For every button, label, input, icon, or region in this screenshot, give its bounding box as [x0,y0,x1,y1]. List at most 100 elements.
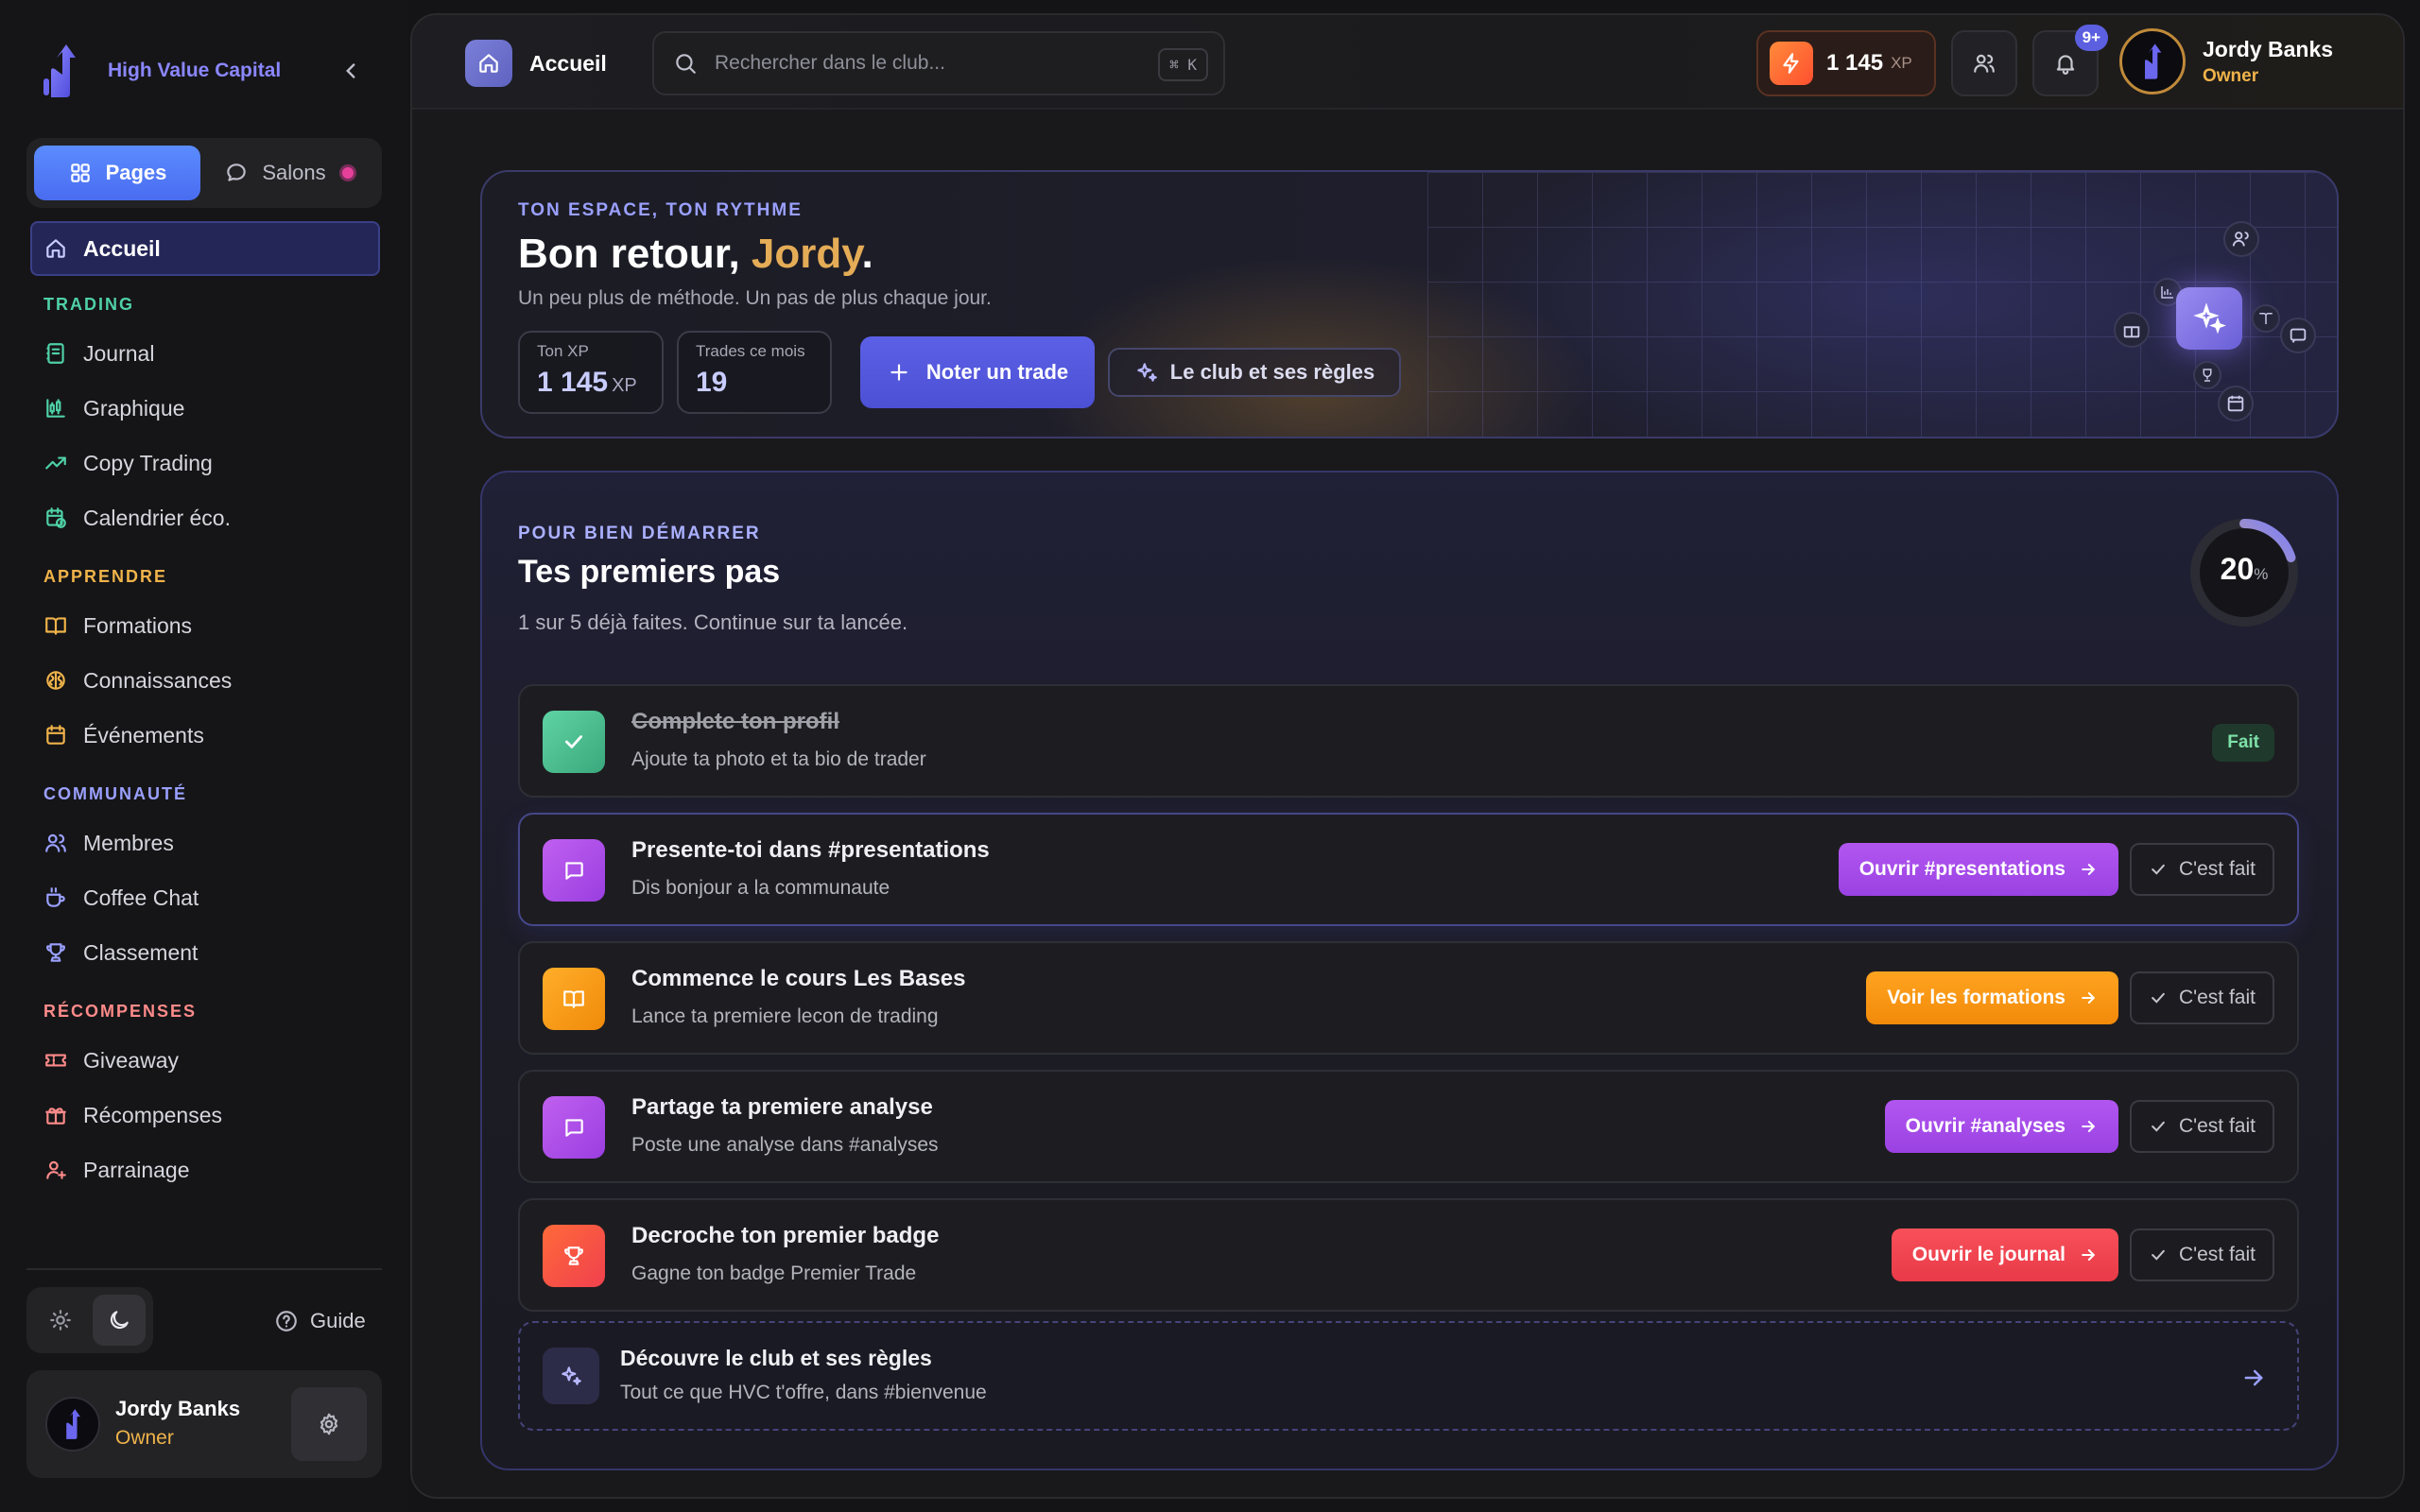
search-icon [676,54,696,74]
task-presentations: Presente-toi dans #presentations Dis bon… [518,813,2299,926]
task-actions: Voir les formations C'est fait [1866,971,2274,1024]
guide-link[interactable]: Guide [274,1302,366,1340]
notifications-button[interactable]: 9+ [2032,25,2108,96]
user-role: Owner [2203,65,2259,86]
user-menu[interactable]: Jordy Banks Owner [2119,28,2333,94]
ticket-icon [45,1054,66,1067]
orbit-gift [2114,312,2150,348]
brand[interactable]: High Value Capital [42,38,363,104]
greeting-text: Bon retour, [518,231,752,277]
light-theme-button[interactable] [34,1295,87,1346]
user-card[interactable]: Jordy Banks Owner [26,1370,382,1478]
open-analyses-button[interactable]: Ouvrir #analyses [1884,1100,2118,1153]
theme-switcher [26,1287,153,1353]
section-label-recompenses: RÉCOMPENSES [43,1002,198,1021]
tab-pages-label: Pages [105,161,167,184]
club-rules-label: Le club et ses règles [1169,360,1375,384]
xp-counter[interactable]: 1 145 XP [1756,30,1936,96]
sidebar-item-classement[interactable]: Classement [43,934,198,971]
plus-icon [890,364,908,381]
xp-value: 1 145 [1826,50,1884,76]
greeting-punct: . [861,231,873,277]
sidebar-item-evenements[interactable]: Événements [43,716,204,754]
sidebar-item-graphique[interactable]: Graphique [43,389,184,427]
task-title: Commence le cours Les Bases [631,966,966,991]
message-square-icon [565,1119,583,1137]
brand-logo-icon [43,44,76,97]
home-icon [479,54,498,73]
sidebar-item-copy-trading[interactable]: Copy Trading [43,444,213,482]
tab-salons-label: Salons [262,161,326,184]
guide-label: Guide [310,1309,366,1332]
sidebar-item-coffee-chat[interactable]: Coffee Chat [43,879,199,917]
open-presentations-button[interactable]: Ouvrir #presentations [1838,843,2118,896]
open-journal-button[interactable]: Ouvrir le journal [1891,1228,2118,1281]
search-box[interactable]: ⌘ K [652,31,1225,95]
done-badge: Fait [2212,724,2274,762]
tab-pages[interactable]: Pages [34,146,200,200]
sidebar-item-label: Parrainage [83,1157,190,1182]
task-title: Partage ta premiere analyse [631,1094,933,1120]
check-icon [2152,1121,2165,1132]
task-description: Poste une analyse dans #analyses [631,1134,939,1156]
cta-label: Ouvrir le journal [1911,1244,2066,1265]
view-courses-button[interactable]: Voir les formations [1866,971,2118,1024]
sidebar-item-formations[interactable]: Formations [43,607,192,644]
mark-done-button[interactable]: C'est fait [2129,1100,2274,1153]
task-title: Decroche ton premier badge [631,1223,940,1248]
arrow-right-icon [2082,1121,2096,1132]
greeting-name: Jordy [751,231,862,277]
stat-value: 19 [696,367,728,398]
task-actions: Ouvrir #analyses C'est fait [1884,1100,2274,1153]
stat-number: 1 145 [537,367,609,398]
arrow-right-icon [2082,1249,2096,1261]
task-actions: Ouvrir #presentations C'est fait [1838,843,2274,896]
sidebar-item-parrainage[interactable]: Parrainage [43,1151,190,1189]
task-icon-badge [543,1225,605,1287]
users-icon [1974,54,1995,73]
sidebar-item-label: Récompenses [83,1102,223,1127]
sidebar-item-connaissances[interactable]: Connaissances [43,662,232,699]
book-open-icon [563,990,584,1008]
divider [26,1268,382,1270]
gift-icon [2123,326,2140,338]
chevron-left-icon[interactable] [338,59,363,83]
hero-subtitle: Un peu plus de méthode. Un pas de plus c… [518,287,992,309]
sidebar-item-label: Copy Trading [83,450,213,475]
mark-done-button[interactable]: C'est fait [2129,843,2274,896]
sparkles-icon [1137,363,1157,382]
sidebar-item-membres[interactable]: Membres [43,824,174,862]
mark-done-button[interactable]: C'est fait [2129,1228,2274,1281]
sidebar-item-accueil[interactable]: Accueil [30,221,380,276]
orbit-chat [2280,318,2316,353]
trophy-icon [46,943,65,962]
mark-done-label: C'est fait [2178,987,2256,1008]
sidebar-item-journal[interactable]: Journal [43,335,154,372]
users-icon [2232,232,2249,247]
discover-title: Découvre le club et ses règles [620,1346,932,1370]
task-complete-profile[interactable]: Complete ton profil Ajoute ta photo et t… [518,684,2299,798]
sidebar-item-calendrier[interactable]: Calendrier éco. [43,499,231,537]
sidebar-item-giveaway[interactable]: Giveaway [43,1041,179,1079]
club-rules-button[interactable]: Le club et ses règles [1108,348,1401,397]
arrow-right-icon [2244,1369,2263,1386]
user-plus-icon [46,1160,66,1179]
tab-salons[interactable]: Salons [210,146,371,200]
dark-theme-button[interactable] [93,1295,146,1346]
search-input[interactable] [715,52,1131,75]
sidebar-item-label: Journal [83,340,155,366]
progress-ring: 20% [2187,516,2301,629]
mark-done-button[interactable]: C'est fait [2129,971,2274,1024]
home-badge [465,40,512,87]
log-trade-button[interactable]: Noter un trade [860,336,1095,408]
section-label-communaute: COMMUNAUTÉ [43,784,187,803]
discover-description: Tout ce que HVC t'offre, dans #bienvenue [620,1382,987,1403]
members-button[interactable] [1951,30,2017,96]
sidebar-item-recompenses[interactable]: Récompenses [43,1096,222,1134]
discover-club-link[interactable]: Découvre le club et ses règles Tout ce q… [518,1321,2299,1431]
check-icon [2152,864,2165,875]
avatar [2119,28,2186,94]
arrow-right-icon [2082,992,2096,1004]
settings-button[interactable] [291,1387,367,1461]
mark-done-label: C'est fait [2178,1115,2256,1137]
